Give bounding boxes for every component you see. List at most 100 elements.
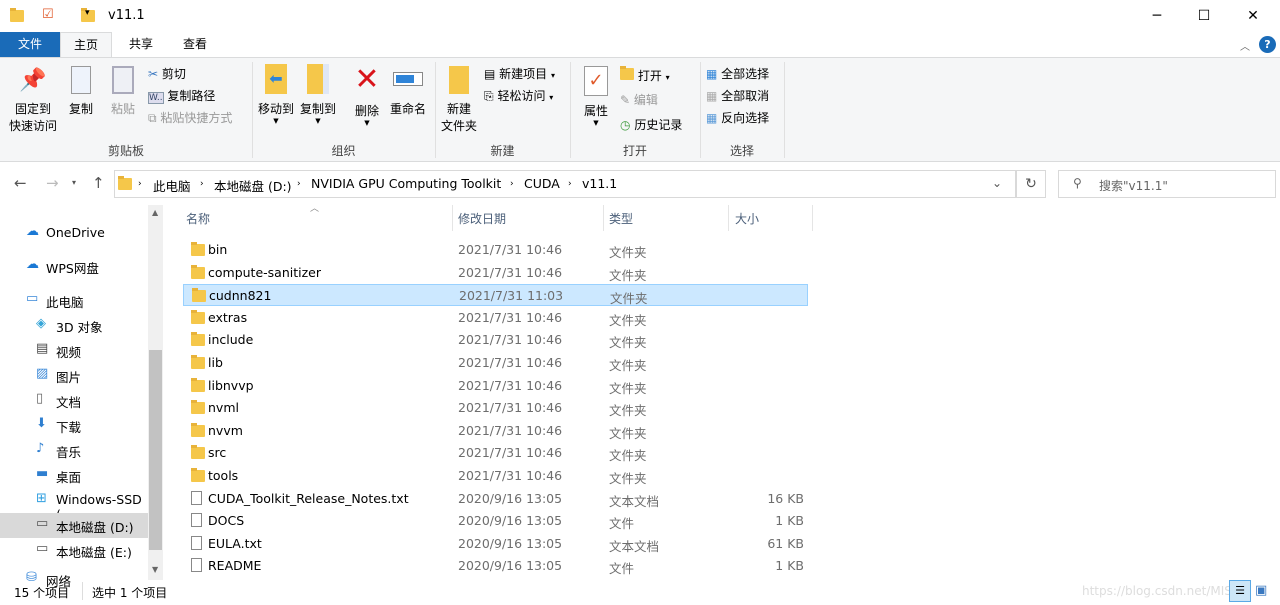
file-row[interactable]: tools 2021/7/31 10:46 文件夹 <box>183 465 808 487</box>
sidebar-item[interactable]: ▯ 文档 <box>0 388 148 413</box>
file-date: 2021/7/31 10:46 <box>458 400 563 416</box>
paste-button[interactable]: 粘贴 <box>104 66 142 117</box>
column-divider[interactable] <box>603 205 604 231</box>
file-date: 2021/7/31 10:46 <box>458 355 563 370</box>
column-header-date[interactable]: 修改日期 <box>458 210 506 227</box>
sidebar-item[interactable]: ▨ 图片 <box>0 363 148 388</box>
address-dropdown-button[interactable]: ⌄ <box>992 176 1002 190</box>
file-row[interactable]: lib 2021/7/31 10:46 文件夹 <box>183 352 808 374</box>
windows-drive-icon: ⊞ <box>36 491 47 506</box>
file-row[interactable]: compute-sanitizer 2021/7/31 10:46 文件夹 <box>183 262 808 284</box>
chevron-right-icon: › <box>568 179 572 189</box>
customize-toolbar-icon[interactable]: ▾ <box>85 8 90 18</box>
scrollbar-thumb[interactable] <box>149 350 162 550</box>
copy-button[interactable]: 复制 <box>62 66 100 117</box>
large-icons-view-button[interactable]: ▣ <box>1255 583 1267 598</box>
file-name: EULA.txt <box>208 535 262 551</box>
file-type: 文件 <box>609 561 635 577</box>
search-input[interactable]: ⚲ 搜索"v11.1" <box>1058 170 1276 198</box>
close-button[interactable]: ✕ <box>1230 0 1276 32</box>
paste-shortcut-button[interactable]: ⧉ 粘贴快捷方式 <box>148 109 232 126</box>
open-label: 打开 <box>637 69 662 83</box>
move-to-button[interactable]: ⬅ 移动到 ▼ <box>256 64 296 125</box>
breadcrumb-this-pc[interactable]: 此电脑 <box>153 176 191 195</box>
file-date: 2020/9/16 13:05 <box>458 513 563 529</box>
sidebar-item[interactable]: ▤ 视频 <box>0 338 148 363</box>
tab-home[interactable]: 主页 <box>60 32 112 57</box>
file-row[interactable]: libnvvp 2021/7/31 10:46 文件夹 <box>183 375 808 397</box>
copy-label: 复制 <box>68 102 93 116</box>
sidebar-item-label: 此电脑 <box>46 295 84 310</box>
file-row[interactable]: bin 2021/7/31 10:46 文件夹 <box>183 239 808 261</box>
folder-icon <box>191 445 205 460</box>
copy-path-button[interactable]: W.. 复制路径 <box>148 87 215 104</box>
collapse-ribbon-icon[interactable]: ︿ <box>1240 38 1250 53</box>
window-title: v11.1 <box>108 8 145 23</box>
open-button[interactable]: 打开 ▾ <box>620 66 670 84</box>
column-divider[interactable] <box>728 205 729 231</box>
edit-button[interactable]: ✎ 编辑 <box>620 91 658 108</box>
breadcrumb-drive-d[interactable]: 本地磁盘 (D:) <box>214 176 292 195</box>
sidebar-item[interactable]: ▭ 本地磁盘 (E:) <box>0 538 148 563</box>
file-row[interactable]: nvvm 2021/7/31 10:46 文件夹 <box>183 420 808 442</box>
column-header-name[interactable]: 名称 <box>186 210 210 227</box>
file-row[interactable]: cudnn821 2021/7/31 11:03 文件夹 <box>183 284 808 307</box>
properties-quick-icon[interactable]: ☑ <box>42 7 54 22</box>
history-button[interactable]: ◷ 历史记录 <box>620 116 682 133</box>
sidebar-item[interactable]: ⬇ 下载 <box>0 413 148 438</box>
column-divider[interactable] <box>812 205 813 231</box>
refresh-button[interactable]: ↻ <box>1016 170 1046 198</box>
file-row[interactable]: extras 2021/7/31 10:46 文件夹 <box>183 307 808 329</box>
maximize-button[interactable]: ☐ <box>1181 0 1227 32</box>
sidebar-item[interactable]: ◈ 3D 对象 <box>0 313 148 338</box>
edit-icon: ✎ <box>620 93 631 107</box>
invert-selection-icon: ▦ <box>706 111 718 125</box>
new-folder-button[interactable]: 新建 文件夹 <box>438 66 480 134</box>
up-button[interactable]: ↑ <box>92 174 105 192</box>
cut-button[interactable]: ✂ 剪切 <box>148 65 186 82</box>
column-header-size[interactable]: 大小 <box>735 210 759 227</box>
help-icon[interactable]: ? <box>1259 36 1276 53</box>
column-divider[interactable] <box>452 205 453 231</box>
forward-button[interactable]: → <box>46 174 59 192</box>
breadcrumb-nvidia[interactable]: NVIDIA GPU Computing Toolkit <box>311 176 501 191</box>
sidebar-item[interactable]: ♪ 音乐 <box>0 438 148 463</box>
file-row[interactable]: src 2021/7/31 10:46 文件夹 <box>183 442 808 464</box>
desktop-icon: ▬ <box>36 466 49 481</box>
tab-file[interactable]: 文件 <box>0 32 60 57</box>
tab-share[interactable]: 共享 <box>116 32 166 57</box>
properties-button[interactable]: ✓ 属性 ▼ <box>578 66 614 127</box>
rename-button[interactable]: 重命名 <box>387 64 429 117</box>
select-none-button[interactable]: ▦ 全部取消 <box>706 87 769 104</box>
back-button[interactable]: ← <box>14 174 27 192</box>
breadcrumb-cuda[interactable]: CUDA <box>524 176 560 191</box>
file-row[interactable]: include 2021/7/31 10:46 文件夹 <box>183 329 808 351</box>
file-row[interactable]: nvml 2021/7/31 10:46 文件夹 <box>183 397 808 419</box>
pin-quick-access-button[interactable]: 📌 固定到 快速访问 <box>6 68 60 134</box>
sidebar-item[interactable]: ▭ 此电脑 <box>0 288 148 313</box>
details-view-button[interactable]: ☰ <box>1229 580 1251 602</box>
column-header-type[interactable]: 类型 <box>609 210 633 227</box>
file-row[interactable]: EULA.txt 2020/9/16 13:05 文本文档 61 KB <box>183 533 808 555</box>
file-row[interactable]: DOCS 2020/9/16 13:05 文件 1 KB <box>183 510 808 532</box>
copy-to-button[interactable]: 复制到 ▼ <box>298 64 338 125</box>
file-name: lib <box>208 355 223 370</box>
minimize-button[interactable]: ─ <box>1134 0 1180 32</box>
recent-locations-button[interactable]: ▾ <box>72 178 76 187</box>
sidebar-item[interactable]: ▬ 桌面 <box>0 463 148 488</box>
delete-button[interactable]: ✕ 删除 ▼ <box>350 62 384 127</box>
invert-selection-button[interactable]: ▦ 反向选择 <box>706 109 769 126</box>
file-row[interactable]: README 2020/9/16 13:05 文件 1 KB <box>183 555 808 577</box>
breadcrumb-v11[interactable]: v11.1 <box>582 176 617 191</box>
select-all-button[interactable]: ▦ 全部选择 <box>706 65 769 82</box>
file-row[interactable]: CUDA_Toolkit_Release_Notes.txt 2020/9/16 … <box>183 488 808 510</box>
sidebar-scrollbar[interactable]: ▲ ▼ <box>148 205 163 580</box>
file-type: 文件夹 <box>609 312 647 328</box>
sidebar-item[interactable]: ▭ 本地磁盘 (D:) <box>0 513 148 538</box>
sidebar-item[interactable]: ☁ OneDrive <box>0 221 148 246</box>
sidebar-item[interactable]: ☁ WPS网盘 <box>0 254 148 279</box>
new-item-button[interactable]: ▤ 新建项目 ▾ <box>484 65 555 82</box>
easy-access-button[interactable]: ⎘ 轻松访问 ▾ <box>484 87 553 104</box>
tab-view[interactable]: 查看 <box>170 32 220 57</box>
sidebar-item[interactable]: ⊞Windows-SSD ( <box>0 488 148 522</box>
